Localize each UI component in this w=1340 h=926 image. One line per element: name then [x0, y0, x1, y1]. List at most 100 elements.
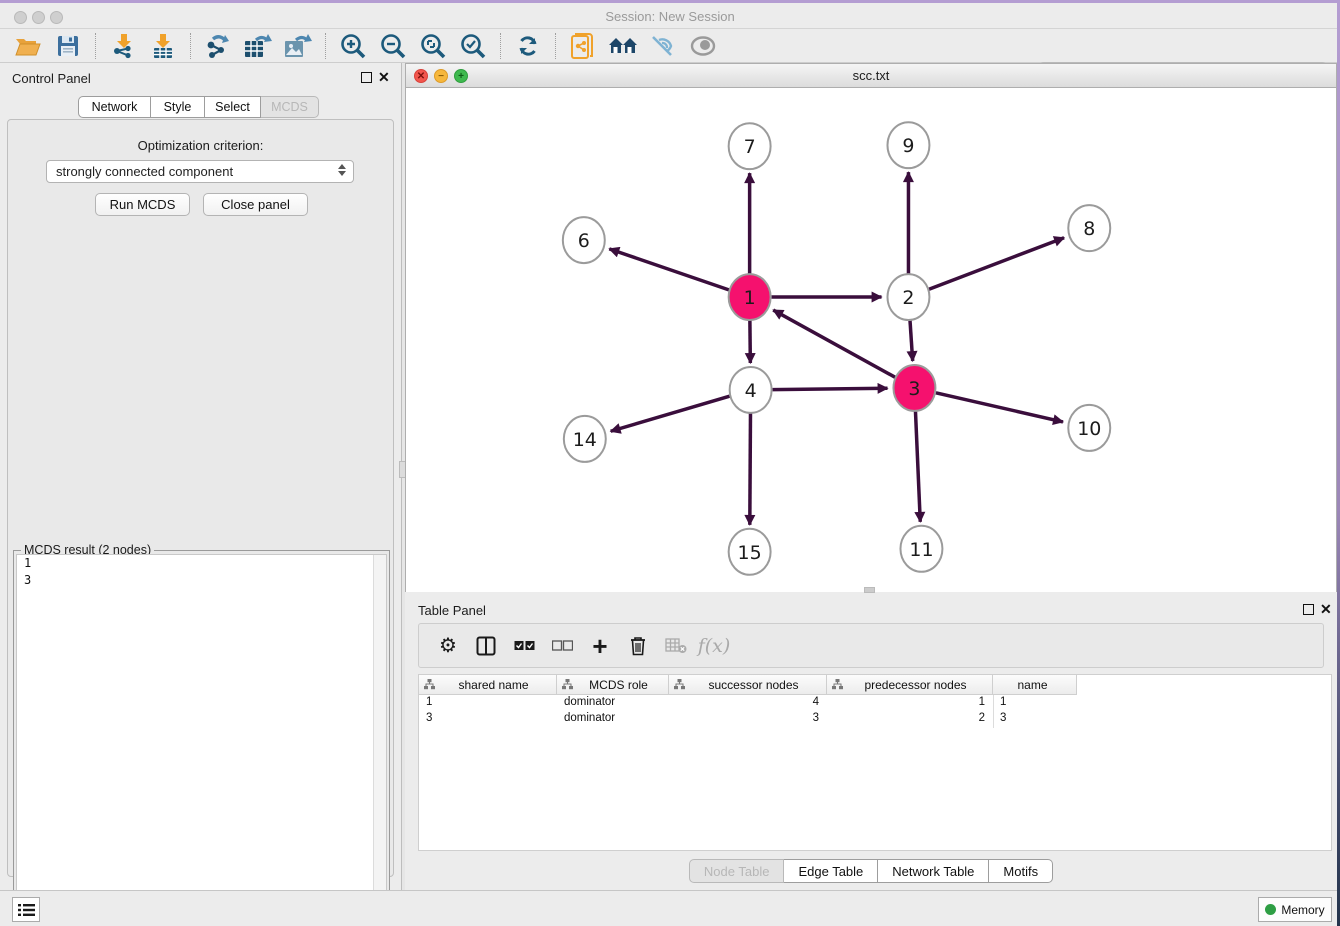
- graph-edge-4-14[interactable]: [611, 396, 730, 431]
- unselect-all-columns-icon[interactable]: [547, 631, 577, 661]
- open-session-icon[interactable]: [12, 31, 44, 61]
- export-image-icon[interactable]: [282, 31, 314, 61]
- close-panel-button[interactable]: Close panel: [203, 193, 308, 216]
- status-bar: Memory: [0, 890, 1340, 926]
- delete-column-trash-icon[interactable]: [623, 631, 653, 661]
- cell-name[interactable]: 1: [993, 695, 1077, 711]
- graph-node-label: 4: [745, 380, 757, 402]
- graph-node-14[interactable]: 14: [564, 416, 606, 462]
- toolbar-separator: [500, 33, 501, 59]
- hide-graphics-details-icon[interactable]: [647, 31, 679, 61]
- export-table-icon[interactable]: [242, 31, 274, 61]
- network-frame-titlebar[interactable]: ✕ − + scc.txt: [406, 64, 1336, 88]
- graph-edge-4-15[interactable]: [750, 412, 751, 525]
- open-network-doc-icon[interactable]: [567, 31, 599, 61]
- import-network-icon[interactable]: [107, 31, 139, 61]
- graph-edge-3-10[interactable]: [936, 393, 1063, 422]
- cell-mcds-role[interactable]: dominator: [557, 695, 669, 711]
- tab-node-table[interactable]: Node Table: [689, 859, 785, 883]
- graph-edge-1-6[interactable]: [609, 249, 729, 290]
- graph-node-3[interactable]: 3: [893, 365, 935, 411]
- optimization-criterion-dropdown[interactable]: strongly connected component: [46, 160, 354, 183]
- select-all-columns-icon[interactable]: [509, 631, 539, 661]
- zoom-out-icon[interactable]: [377, 31, 409, 61]
- graph-node-label: 3: [908, 378, 920, 400]
- zoom-selected-icon[interactable]: [457, 31, 489, 61]
- graph-edge-4-3[interactable]: [773, 388, 888, 389]
- cell-shared-name[interactable]: 3: [419, 711, 557, 727]
- graph-node-11[interactable]: 11: [900, 526, 942, 572]
- graph-node-2[interactable]: 2: [887, 274, 929, 320]
- graph-node-7[interactable]: 7: [729, 123, 771, 169]
- show-columns-icon[interactable]: [471, 631, 501, 661]
- graph-node-label: 10: [1077, 418, 1101, 440]
- cell-successor-nodes[interactable]: 4: [669, 695, 827, 711]
- graph-edge-3-11[interactable]: [915, 410, 920, 522]
- show-graphics-details-icon[interactable]: [687, 31, 719, 61]
- desktop-background-strip: [0, 0, 1340, 3]
- import-table-icon[interactable]: [147, 31, 179, 61]
- column-header-successor-nodes[interactable]: successor nodes: [669, 675, 827, 695]
- graph-node-10[interactable]: 10: [1068, 405, 1110, 451]
- network-view-frame: ✕ − + scc.txt 7 9 6 8 1 2 4 3 14 10 15 11: [405, 63, 1337, 592]
- tab-style[interactable]: Style: [151, 96, 205, 118]
- tab-mcds[interactable]: MCDS: [261, 96, 319, 118]
- graph-node-label: 15: [738, 542, 762, 564]
- mcds-result-textarea[interactable]: 1 3: [16, 554, 387, 925]
- result-scrollbar[interactable]: [373, 555, 386, 924]
- cell-predecessor-nodes[interactable]: 2: [827, 711, 993, 727]
- float-panel-icon[interactable]: [1303, 604, 1314, 615]
- tab-label: Network: [92, 100, 138, 114]
- graph-node-8[interactable]: 8: [1068, 205, 1110, 251]
- canvas-scroll-thumb[interactable]: [864, 587, 875, 593]
- refresh-icon[interactable]: [512, 31, 544, 61]
- table-row[interactable]: 3 dominator 3 2 3: [419, 711, 1331, 727]
- column-header-mcds-role[interactable]: MCDS role: [557, 675, 669, 695]
- node-table[interactable]: shared name MCDS role successor nodes pr…: [418, 674, 1332, 851]
- tab-select[interactable]: Select: [205, 96, 261, 118]
- task-history-button[interactable]: [12, 897, 40, 922]
- float-panel-icon[interactable]: [361, 72, 372, 83]
- close-panel-icon[interactable]: ✕: [1320, 601, 1332, 618]
- gear-glyph: ⚙: [439, 636, 457, 656]
- graph-edge-3-1[interactable]: [773, 310, 895, 377]
- tab-motifs[interactable]: Motifs: [989, 859, 1053, 883]
- column-header-name[interactable]: name: [993, 675, 1077, 695]
- graph-node-6[interactable]: 6: [563, 217, 605, 263]
- column-header-shared-name[interactable]: shared name: [419, 675, 557, 695]
- cell-name[interactable]: 3: [993, 711, 1077, 727]
- tab-edge-table[interactable]: Edge Table: [784, 859, 878, 883]
- zoom-in-icon[interactable]: [337, 31, 369, 61]
- delete-table-icon-disabled: [661, 631, 691, 661]
- control-panel-tabs: Network Style Select MCDS: [78, 96, 319, 118]
- network-graph[interactable]: 7 9 6 8 1 2 4 3 14 10 15 11: [406, 88, 1336, 592]
- export-network-icon[interactable]: [202, 31, 234, 61]
- memory-button[interactable]: Memory: [1258, 897, 1332, 922]
- table-settings-gear-icon[interactable]: ⚙: [433, 631, 463, 661]
- graph-edge-2-8[interactable]: [929, 238, 1064, 289]
- column-label: MCDS role: [573, 678, 668, 692]
- network-canvas[interactable]: 7 9 6 8 1 2 4 3 14 10 15 11: [406, 88, 1336, 592]
- column-header-predecessor-nodes[interactable]: predecessor nodes: [827, 675, 993, 695]
- cell-mcds-role[interactable]: dominator: [557, 711, 669, 727]
- tab-label: MCDS: [271, 100, 308, 114]
- graph-node-9[interactable]: 9: [887, 122, 929, 168]
- home-view-icon[interactable]: [607, 31, 639, 61]
- tab-network-table[interactable]: Network Table: [878, 859, 989, 883]
- save-session-icon[interactable]: [52, 31, 84, 61]
- column-label: shared name: [435, 678, 556, 692]
- zoom-fit-icon[interactable]: [417, 31, 449, 61]
- network-frame-title: scc.txt: [406, 68, 1336, 83]
- graph-node-1[interactable]: 1: [729, 274, 771, 320]
- close-panel-icon[interactable]: ✕: [378, 69, 390, 86]
- graph-node-15[interactable]: 15: [729, 529, 771, 575]
- cell-successor-nodes[interactable]: 3: [669, 711, 827, 727]
- graph-node-4[interactable]: 4: [730, 367, 772, 413]
- graph-edge-2-3[interactable]: [910, 319, 913, 361]
- create-column-icon[interactable]: +: [585, 631, 615, 661]
- table-row[interactable]: 1 dominator 4 1 1: [419, 695, 1331, 711]
- run-mcds-button[interactable]: Run MCDS: [95, 193, 190, 216]
- tab-network[interactable]: Network: [78, 96, 151, 118]
- cell-predecessor-nodes[interactable]: 1: [827, 695, 993, 711]
- cell-shared-name[interactable]: 1: [419, 695, 557, 711]
